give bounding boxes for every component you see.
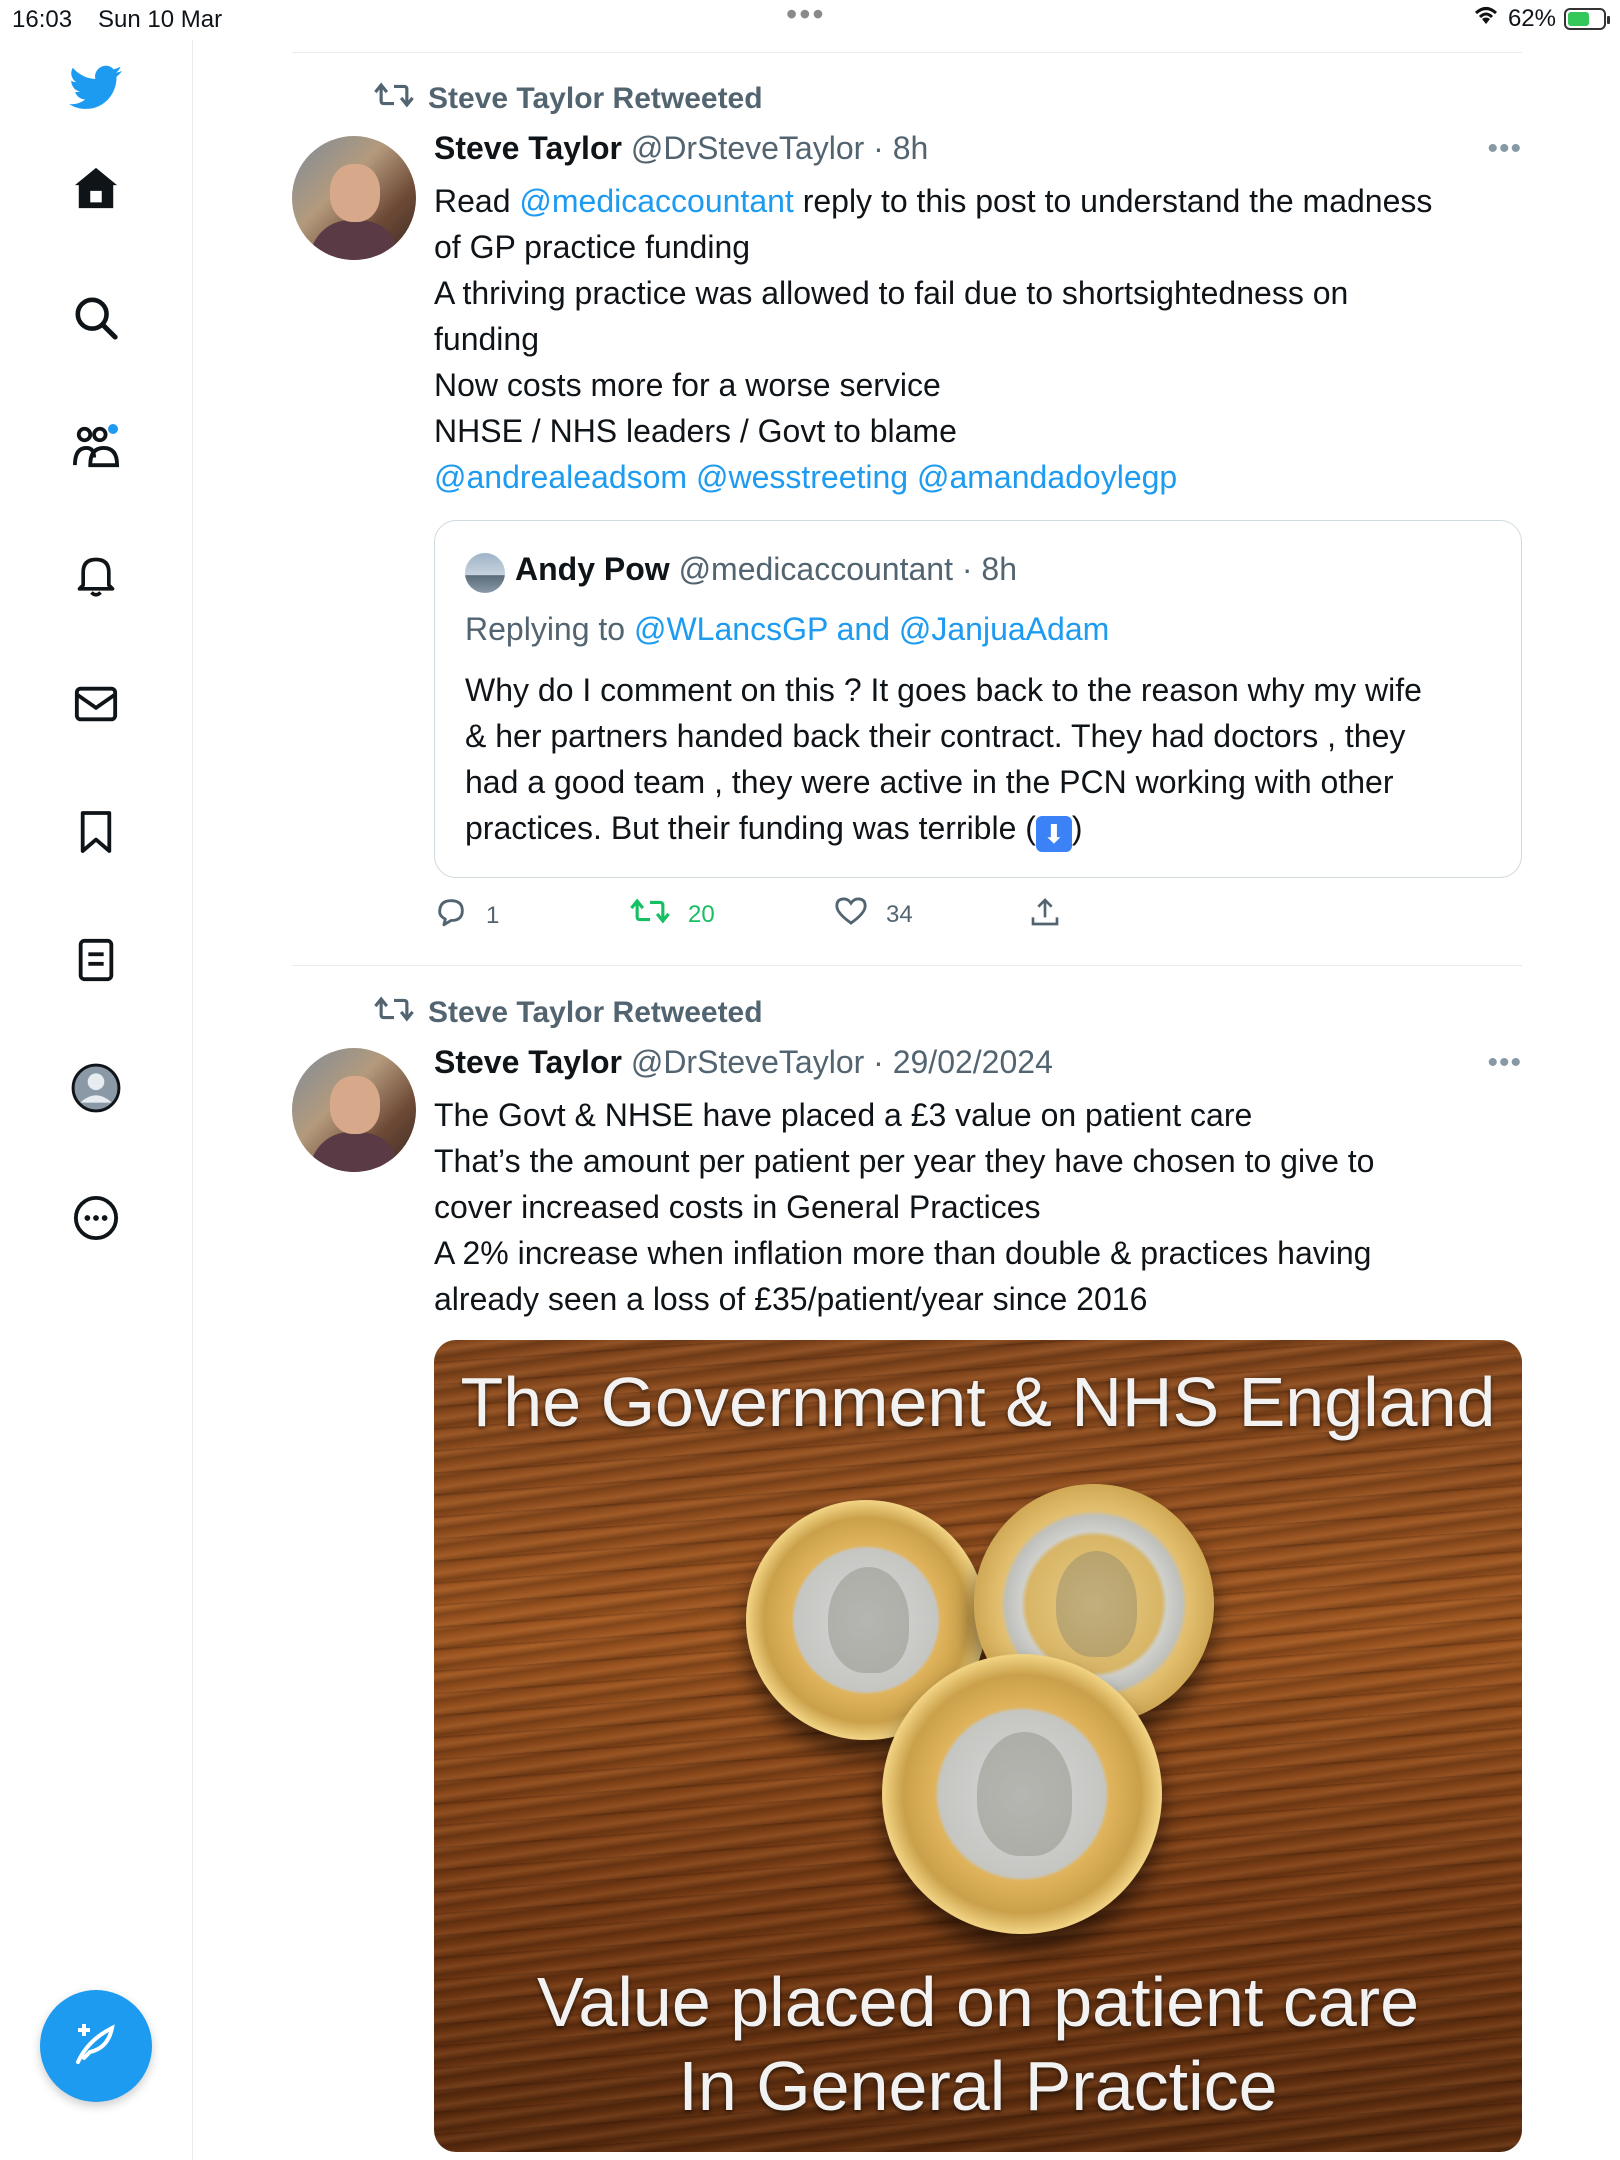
author-handle[interactable]: @DrSteveTaylor	[631, 1044, 864, 1080]
compose-icon	[72, 2020, 120, 2073]
avatar[interactable]	[292, 136, 416, 260]
retweet-icon	[374, 80, 414, 118]
tweet-line: Read @medicaccountant reply to this post…	[434, 183, 1433, 219]
heart-icon	[834, 896, 868, 933]
status-time: 16:03	[12, 6, 73, 33]
pound-coin	[882, 1654, 1162, 1934]
tweet-header: Steve Taylor @DrSteveTaylor · 29/02/2024	[434, 1044, 1053, 1081]
tweet-line: funding	[434, 321, 539, 357]
quote-header: Andy Pow @medicaccountant · 8h	[515, 551, 1017, 588]
tweet-header: Steve Taylor @DrSteveTaylor · 8h	[434, 130, 928, 167]
more-options-icon[interactable]: •••	[1487, 132, 1522, 166]
tweet-divider	[292, 965, 1522, 966]
reply-button[interactable]: 1	[434, 896, 499, 935]
like-button[interactable]: 34	[834, 896, 913, 933]
retweet-context: Steve Taylor Retweeted	[374, 994, 763, 1032]
sidebar	[0, 40, 193, 2160]
home-icon[interactable]	[68, 160, 124, 216]
multitasking-dots[interactable]: •••	[786, 0, 826, 33]
tweet-text: The Govt & NHSE have placed a £3 value o…	[434, 1092, 1534, 1322]
tweet-text: Read @medicaccountant reply to this post…	[434, 178, 1534, 500]
like-count: 34	[886, 900, 913, 928]
bookmark-icon[interactable]	[68, 804, 124, 860]
quote-line: had a good team , they were active in th…	[465, 764, 1394, 800]
battery-percent: 62%	[1507, 4, 1556, 32]
replying-to: Replying to @WLancsGP and @JanjuaAdam	[465, 611, 1110, 647]
tweet-time[interactable]: · 29/02/2024	[873, 1044, 1053, 1080]
reply-icon	[434, 896, 468, 935]
author-name[interactable]: Steve Taylor	[434, 130, 622, 166]
author-name[interactable]: Steve Taylor	[434, 1044, 622, 1080]
retweet-button[interactable]: 20	[630, 896, 715, 933]
tweet-line: Now costs more for a worse service	[434, 367, 941, 403]
replying-to-link[interactable]: @WLancsGP and @JanjuaAdam	[634, 611, 1109, 647]
mail-icon[interactable]	[68, 676, 124, 732]
compose-button[interactable]	[40, 1990, 152, 2102]
retweet-icon	[374, 994, 414, 1032]
down-arrow-emoji-icon: ⬇	[1035, 816, 1072, 852]
retweeted-by-label[interactable]: Steve Taylor Retweeted	[428, 996, 763, 1030]
status-right: 62%	[1472, 4, 1610, 33]
quote-text: Why do I comment on this ? It goes back …	[465, 667, 1495, 852]
communities-icon[interactable]	[68, 418, 124, 474]
author-handle[interactable]: @DrSteveTaylor	[631, 130, 864, 166]
share-button[interactable]	[1030, 896, 1060, 935]
more-options-icon[interactable]: •••	[1487, 1046, 1522, 1080]
retweet-icon	[630, 896, 670, 933]
quote-line: & her partners handed back their contrac…	[465, 718, 1406, 754]
tweet-line: already seen a loss of £35/patient/year …	[434, 1281, 1148, 1317]
battery-icon	[1564, 7, 1610, 30]
retweet-context: Steve Taylor Retweeted	[374, 80, 763, 118]
quote-time: · 8h	[961, 551, 1017, 587]
bell-icon[interactable]	[68, 548, 124, 604]
retweet-count: 20	[688, 900, 715, 928]
quote-line: practices. But their funding was terribl…	[465, 805, 1495, 852]
quote-line: Why do I comment on this ? It goes back …	[465, 672, 1422, 708]
tweet-line: A 2% increase when inflation more than d…	[434, 1235, 1372, 1271]
quote-author-handle: @medicaccountant	[678, 551, 953, 587]
mention-link[interactable]: @medicaccountant	[519, 183, 793, 219]
tweet-image[interactable]: The Government & NHS England Value place…	[434, 1340, 1522, 2152]
feed-divider	[292, 52, 1522, 53]
image-bottom-caption: Value placed on patient care In General …	[536, 1963, 1420, 2125]
twitter-logo-icon[interactable]	[68, 60, 124, 116]
status-date: Sun 10 Mar	[98, 6, 223, 33]
mentions-link[interactable]: @andrealeadsom @wesstreeting @amandadoyl…	[434, 454, 1534, 500]
tweet-line: A thriving practice was allowed to fail …	[434, 275, 1349, 311]
more-circle-icon[interactable]	[68, 1190, 124, 1246]
status-bar: 16:03 Sun 10 Mar ••• 62%	[0, 0, 1620, 40]
profile-icon[interactable]	[68, 1060, 124, 1116]
tweet-line: of GP practice funding	[434, 229, 751, 265]
share-icon	[1030, 896, 1060, 935]
notification-dot	[108, 424, 118, 434]
tweet-actions: 1 20 34	[434, 896, 1434, 936]
quote-avatar[interactable]	[465, 553, 505, 593]
tweet-line: NHSE / NHS leaders / Govt to blame	[434, 413, 957, 449]
image-top-caption: The Government & NHS England	[460, 1363, 1496, 1441]
retweeted-by-label[interactable]: Steve Taylor Retweeted	[428, 82, 763, 116]
avatar[interactable]	[292, 1048, 416, 1172]
reply-count: 1	[486, 901, 500, 929]
tweet-line: The Govt & NHSE have placed a £3 value o…	[434, 1097, 1253, 1133]
search-icon[interactable]	[68, 290, 124, 346]
tweet-line: cover increased costs in General Practic…	[434, 1189, 1041, 1225]
quoted-tweet[interactable]: Andy Pow @medicaccountant · 8h Replying …	[434, 520, 1522, 878]
tweet-line: That’s the amount per patient per year t…	[434, 1143, 1375, 1179]
quote-author-name: Andy Pow	[515, 551, 670, 587]
lists-icon[interactable]	[68, 932, 124, 988]
wifi-icon	[1472, 4, 1500, 33]
tweet-time[interactable]: · 8h	[873, 130, 928, 166]
